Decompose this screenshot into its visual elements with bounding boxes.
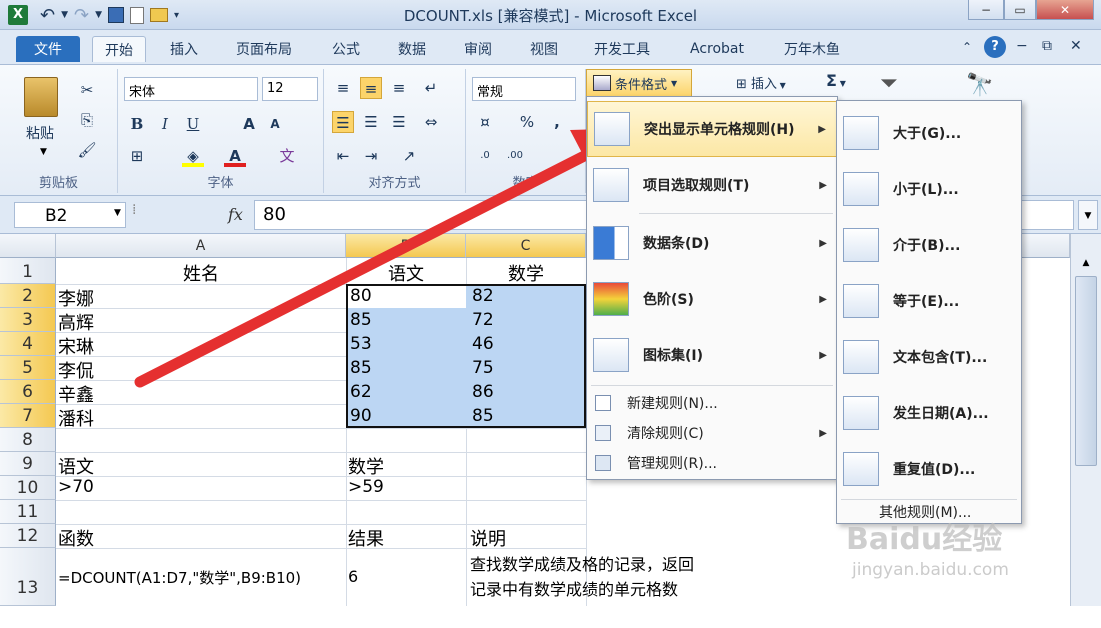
- top-bottom-rules-icon: [593, 168, 629, 202]
- less-than-icon: [843, 172, 879, 206]
- menu-separator: [639, 213, 833, 214]
- between-label: 介于(B)...: [893, 238, 961, 254]
- data-bars-label: 数据条(D): [643, 236, 710, 252]
- new-rule-icon: [595, 395, 611, 411]
- menu-item-icon-sets[interactable]: 图标集(I) ▶: [587, 327, 837, 383]
- new-rule-label: 新建规则(N)...: [627, 396, 718, 412]
- highlight-rules-icon: [594, 112, 630, 146]
- highlight-rules-submenu: 大于(G)... 小于(L)... 介于(B)... 等于(E)... 文本包含…: [836, 100, 1022, 524]
- submenu-arrow-icon: ▶: [819, 349, 827, 361]
- menu-item-data-bars[interactable]: 数据条(D) ▶: [587, 215, 837, 271]
- menu-item-color-scales[interactable]: 色阶(S) ▶: [587, 271, 837, 327]
- duplicate-values-label: 重复值(D)...: [893, 462, 976, 478]
- menu-item-date-occurring[interactable]: 发生日期(A)...: [837, 385, 1021, 441]
- menu-item-text-contains[interactable]: 文本包含(T)...: [837, 329, 1021, 385]
- watermark-url: jingyan.baidu.com: [852, 560, 1009, 580]
- color-scales-label: 色阶(S): [643, 292, 694, 308]
- equal-to-icon: [843, 284, 879, 318]
- submenu-arrow-icon: ▶: [819, 179, 827, 191]
- greater-than-icon: [843, 116, 879, 150]
- data-bars-icon: [593, 226, 629, 260]
- menu-item-duplicate-values[interactable]: 重复值(D)...: [837, 441, 1021, 497]
- submenu-arrow-icon: ▶: [819, 237, 827, 249]
- color-scales-icon: [593, 282, 629, 316]
- menu-item-between[interactable]: 介于(B)...: [837, 217, 1021, 273]
- menu-separator: [591, 385, 833, 386]
- menu-item-less-than[interactable]: 小于(L)...: [837, 161, 1021, 217]
- menu-item-equal-to[interactable]: 等于(E)...: [837, 273, 1021, 329]
- less-than-label: 小于(L)...: [893, 182, 959, 198]
- between-icon: [843, 228, 879, 262]
- icon-sets-label: 图标集(I): [643, 348, 704, 364]
- menu-item-new-rule[interactable]: 新建规则(N)...: [587, 389, 837, 417]
- highlight-rules-label: 突出显示单元格规则(H): [644, 122, 795, 138]
- clear-rules-icon: [595, 425, 611, 441]
- greater-than-label: 大于(G)...: [893, 126, 962, 142]
- conditional-format-menu: 突出显示单元格规则(H) ▶ 项目选取规则(T) ▶ 数据条(D) ▶ 色阶(S…: [586, 96, 838, 480]
- menu-item-top-rules[interactable]: 项目选取规则(T) ▶: [587, 157, 837, 213]
- text-contains-icon: [843, 340, 879, 374]
- icon-sets-icon: [593, 338, 629, 372]
- submenu-arrow-icon: ▶: [819, 427, 827, 439]
- menu-item-clear-rules[interactable]: 清除规则(C) ▶: [587, 419, 837, 447]
- date-occurring-label: 发生日期(A)...: [893, 406, 989, 422]
- menu-item-highlight-rules[interactable]: 突出显示单元格规则(H) ▶: [587, 101, 837, 157]
- menu-separator: [841, 499, 1017, 500]
- submenu-arrow-icon: ▶: [819, 293, 827, 305]
- equal-to-label: 等于(E)...: [893, 294, 960, 310]
- top-rules-label: 项目选取规则(T): [643, 178, 750, 194]
- watermark-brand: Baidu经验: [846, 522, 1003, 557]
- menu-item-greater-than[interactable]: 大于(G)...: [837, 105, 1021, 161]
- clear-rules-label: 清除规则(C): [627, 426, 704, 442]
- menu-item-manage-rules[interactable]: 管理规则(R)...: [587, 449, 837, 477]
- date-occurring-icon: [843, 396, 879, 430]
- manage-rules-label: 管理规则(R)...: [627, 456, 718, 472]
- text-contains-label: 文本包含(T)...: [893, 350, 988, 366]
- manage-rules-icon: [595, 455, 611, 471]
- duplicate-values-icon: [843, 452, 879, 486]
- submenu-arrow-icon: ▶: [818, 123, 826, 135]
